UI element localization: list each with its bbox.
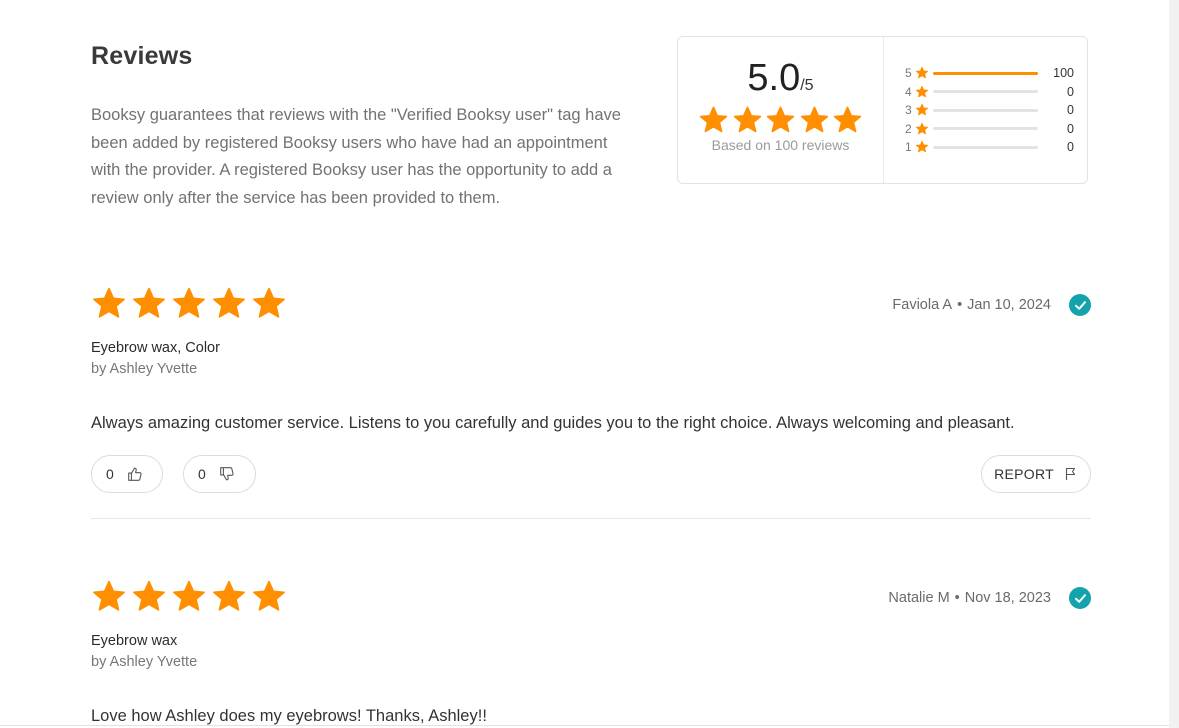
distribution-star-label: 3 [905,103,912,118]
distribution-row: 10 [905,138,1075,157]
verified-check-icon [1069,587,1091,609]
star-icon [213,580,245,611]
review-date: Jan 10, 2024 [967,297,1051,313]
reviews-intro: Booksy guarantees that reviews with the … [91,106,621,207]
star-icon [133,287,165,318]
star-icon [253,287,285,318]
scrollbar[interactable] [1169,0,1179,728]
star-icon [833,106,862,133]
distribution-count: 0 [1067,103,1074,118]
review-date: Nov 18, 2023 [964,590,1051,606]
distribution-row: 30 [905,101,1075,120]
review-text: Always amazing customer service. Listens… [91,414,1015,432]
report-button[interactable]: REPORT [981,455,1091,493]
distribution-count: 0 [1067,121,1074,136]
star-icon [915,122,929,135]
star-icon [213,287,245,318]
distribution-bar [933,90,1038,94]
score-value: 5.0 [747,57,801,99]
verified-check-icon [1069,294,1091,316]
thumbs-up-icon [127,467,142,481]
star-icon [93,580,125,611]
based-on-count: Based on 100 reviews [711,137,850,153]
review-author: Faviola A [892,297,953,313]
star-icon [253,580,285,611]
distribution-row: 5 100 [905,64,1075,83]
rating-distribution: 5 100 4 0 3 0 2 0 1 0 [905,64,1075,157]
distribution-star-label: 4 [905,84,912,99]
review-meta: Natalie M • Nov 18, 2023 [888,587,1091,609]
distribution-count: 0 [1067,84,1074,99]
average-score: 5.0/5 [678,57,883,100]
review-staff: by Ashley Yvette [91,361,198,377]
star-icon [915,140,929,153]
distribution-count: 100 [1053,66,1074,81]
dislike-count: 0 [198,466,206,482]
review-text: Love how Ashley does my eyebrows! Thanks… [91,707,487,725]
meta-separator: • [954,590,960,606]
distribution-count: 0 [1067,140,1074,155]
star-icon [699,106,728,133]
distribution-row: 40 [905,83,1075,102]
meta-separator: • [957,297,963,313]
star-icon [173,287,205,318]
thumbs-down-icon [219,467,234,481]
distribution-bar [933,127,1038,131]
report-label: REPORT [994,466,1054,482]
review-card: Natalie M • Nov 18, 2023 Eyebrow wax by … [91,579,1091,726]
review-author: Natalie M [888,590,950,606]
distribution-bar [933,71,1038,75]
star-icon [733,106,761,133]
page-title: Reviews [91,42,193,70]
distribution-bar [933,108,1038,112]
star-icon [173,580,205,611]
distribution-star-label: 1 [905,140,912,155]
star-icon [915,66,929,79]
distribution-star-label: 5 [905,66,912,81]
review-divider [91,518,1091,519]
like-count: 0 [106,466,114,482]
summary-divider [883,37,884,183]
summary-stars [698,105,863,137]
score-out-of: /5 [800,77,814,94]
flag-icon [1065,467,1076,480]
star-icon [133,580,165,611]
distribution-row: 20 [905,120,1075,139]
review-staff: by Ashley Yvette [91,654,198,670]
dislike-button[interactable]: 0 [183,455,256,493]
star-icon [766,106,795,133]
star-icon [93,287,125,318]
distribution-star-label: 2 [905,121,912,136]
like-button[interactable]: 0 [91,455,163,493]
distribution-bar [933,145,1038,149]
review-card: Faviola A • Jan 10, 2024 Eyebrow wax, Co… [91,286,1091,495]
review-meta: Faviola A • Jan 10, 2024 [892,294,1091,316]
star-icon [915,103,929,116]
review-actions: 0 0 REPORT [91,455,1091,495]
rating-summary-card: 5.0/5 Based on 100 reviews 5 100 4 0 3 0 2 0 1 0 [677,36,1088,184]
review-service: Eyebrow wax [91,633,178,649]
distribution-bar-fill [933,71,1038,75]
review-service: Eyebrow wax, Color [91,340,220,356]
star-icon [800,106,828,133]
star-icon [915,85,929,98]
